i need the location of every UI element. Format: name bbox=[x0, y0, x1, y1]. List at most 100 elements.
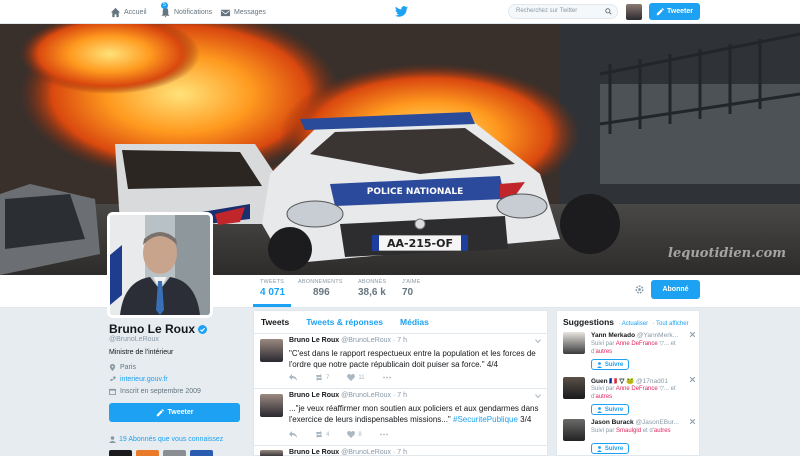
profile-website[interactable]: interieur.gouv.fr bbox=[109, 376, 168, 383]
followed-by-others[interactable]: autres bbox=[595, 349, 612, 355]
close-icon[interactable] bbox=[690, 419, 695, 424]
heart-icon bbox=[347, 374, 356, 381]
reply-action[interactable] bbox=[289, 374, 297, 381]
tweet-to-user-button[interactable]: Tweeter bbox=[109, 403, 240, 422]
tweet-actions: 7 11 bbox=[289, 374, 391, 381]
followers-you-know-link[interactable]: 19 Abonnés que vous connaissez bbox=[109, 436, 223, 443]
tweet-author-meta: @BrunoLeRoux · 7 h bbox=[341, 392, 407, 399]
reply-icon bbox=[289, 374, 297, 381]
tweet-author-avatar[interactable] bbox=[260, 339, 283, 362]
search-icon[interactable] bbox=[605, 8, 612, 15]
retweet-action[interactable]: 4 bbox=[315, 431, 329, 438]
profile-website-link[interactable]: interieur.gouv.fr bbox=[120, 376, 168, 383]
known-follower-avatar[interactable] bbox=[190, 450, 213, 456]
suggestions-title: Suggestions bbox=[563, 317, 615, 327]
tab-media[interactable]: Médias bbox=[400, 317, 429, 327]
top-navigation-bar: Accueil 5 Notifications Messages Recherc… bbox=[0, 0, 800, 24]
compose-tweet-button[interactable]: Tweeter bbox=[649, 3, 700, 20]
known-follower-avatar[interactable] bbox=[163, 450, 186, 456]
known-follower-avatar[interactable] bbox=[136, 450, 159, 456]
like-count: 11 bbox=[358, 374, 365, 381]
suggestion-user[interactable]: Jason Burack @JasonEBur... bbox=[591, 419, 679, 426]
gear-icon[interactable] bbox=[634, 284, 645, 295]
twitter-bird-logo[interactable] bbox=[395, 6, 408, 17]
verified-badge-icon bbox=[198, 324, 207, 334]
nav-home[interactable]: Accueil bbox=[110, 0, 147, 24]
close-icon[interactable] bbox=[690, 377, 695, 382]
tweet-item[interactable]: Bruno Le Roux @BrunoLeRoux · 7 h ..."je … bbox=[254, 390, 547, 446]
heart-icon bbox=[347, 431, 356, 438]
retweet-action[interactable]: 7 bbox=[315, 374, 329, 381]
like-action[interactable]: 11 bbox=[347, 374, 365, 381]
suggestion-name: Jason Burack bbox=[591, 419, 634, 426]
banner-watermark: lequotidien.com bbox=[668, 246, 786, 261]
suggestions-refresh-link[interactable]: · Actualiser bbox=[618, 321, 648, 327]
tweet-to-user-label: Tweeter bbox=[167, 409, 194, 416]
followed-by-user[interactable]: Anne DeFrance bbox=[616, 386, 658, 392]
suggestion-avatar[interactable] bbox=[563, 377, 585, 399]
nav-notifications[interactable]: 5 Notifications bbox=[160, 0, 212, 24]
profile-avatar[interactable] bbox=[107, 212, 213, 318]
stat-tweets[interactable]: Tweets 4 071 bbox=[260, 279, 285, 298]
follow-button[interactable]: Abonné bbox=[651, 280, 700, 299]
stat-followers[interactable]: Abonnés 38,6 k bbox=[358, 279, 386, 298]
more-action[interactable] bbox=[382, 374, 391, 381]
chevron-down-icon[interactable] bbox=[535, 393, 541, 399]
stat-likes[interactable]: J'aime 70 bbox=[402, 279, 420, 298]
known-follower-avatar[interactable] bbox=[109, 450, 132, 456]
more-action[interactable] bbox=[379, 431, 388, 438]
home-icon bbox=[110, 7, 121, 17]
suggestion-item: Yann Merkado @YannMerk... Suivi par Anne… bbox=[563, 332, 695, 372]
tweet-author-avatar[interactable] bbox=[260, 394, 283, 417]
tweet-author-name[interactable]: Bruno Le Roux bbox=[289, 449, 339, 456]
followed-by-others[interactable]: autres bbox=[595, 394, 612, 400]
police-car-lettering: POLICE NATIONALE bbox=[367, 187, 464, 197]
tweet-item[interactable]: Bruno Le Roux @BrunoLeRoux · 7 h "C'est … bbox=[254, 335, 547, 389]
search-input[interactable]: Recherchez sur Twitter bbox=[508, 4, 618, 19]
chevron-down-icon[interactable] bbox=[535, 338, 541, 344]
suggestion-followed-by: Suivi par Smaulgld et d'autres bbox=[591, 427, 686, 435]
profile-joined-text: Inscrit en septembre 2009 bbox=[120, 388, 201, 395]
suggestion-name: Guen 🇫🇷 ▽ 🐸 bbox=[591, 378, 635, 385]
tweet-item[interactable]: Bruno Le Roux @BrunoLeRoux · 7 h bbox=[254, 447, 547, 456]
followed-by-others[interactable]: autres bbox=[654, 428, 671, 434]
tweet-hashtag[interactable]: #SecuritePublique bbox=[453, 415, 518, 424]
suggestion-follow-button[interactable]: Suivre bbox=[591, 404, 629, 415]
people-icon bbox=[109, 436, 116, 443]
timeline-tabs: Tweets Tweets & réponses Médias bbox=[254, 311, 547, 334]
reply-action[interactable] bbox=[289, 431, 297, 438]
stat-following[interactable]: Abonnements 896 bbox=[298, 279, 343, 298]
profile-portrait bbox=[110, 215, 210, 315]
account-avatar[interactable] bbox=[626, 4, 642, 20]
compose-tweet-label: Tweeter bbox=[667, 8, 693, 15]
add-user-icon bbox=[596, 406, 602, 413]
profile-handle[interactable]: @BrunoLeRoux bbox=[109, 336, 159, 343]
suggestion-item: Guen 🇫🇷 ▽ 🐸 @17nad01 Suivi par Anne DeFr… bbox=[563, 377, 695, 417]
suggestion-handle: @YannMerk... bbox=[636, 332, 679, 339]
tweet-author-name[interactable]: Bruno Le Roux bbox=[289, 392, 339, 399]
tweet-author-name[interactable]: Bruno Le Roux bbox=[289, 337, 339, 344]
suggestion-user[interactable]: Guen 🇫🇷 ▽ 🐸 @17nad01 bbox=[591, 377, 668, 385]
suggestion-user[interactable]: Yann Merkado @YannMerk... bbox=[591, 332, 678, 339]
followed-by-user[interactable]: Smaulgld bbox=[616, 428, 641, 434]
suggestion-follow-button[interactable]: Suivre bbox=[591, 359, 629, 370]
stat-following-label: Abonnements bbox=[298, 279, 343, 285]
suggestion-avatar[interactable] bbox=[563, 419, 585, 441]
tab-tweets-and-replies[interactable]: Tweets & réponses bbox=[306, 317, 383, 327]
suggestions-show-all-link[interactable]: · Tout afficher bbox=[652, 321, 688, 327]
tab-tweets[interactable]: Tweets bbox=[261, 317, 289, 327]
compose-icon bbox=[656, 7, 665, 15]
like-action[interactable]: 8 bbox=[347, 431, 362, 438]
nav-messages[interactable]: Messages bbox=[220, 0, 266, 24]
close-icon[interactable] bbox=[690, 332, 695, 337]
tweet-author-avatar[interactable] bbox=[260, 450, 283, 456]
suggestion-follow-button[interactable]: Suivre bbox=[591, 443, 629, 454]
stat-tweets-value: 4 071 bbox=[260, 287, 286, 298]
follow-label: Suivre bbox=[604, 361, 624, 368]
stat-tweets-label: Tweets bbox=[260, 279, 285, 285]
suggestion-avatar[interactable] bbox=[563, 332, 585, 354]
suggestion-name: Yann Merkado bbox=[591, 332, 636, 339]
nav-notifications-label: Notifications bbox=[174, 8, 213, 16]
followed-by-suffix: et d' bbox=[641, 428, 654, 434]
followed-by-user[interactable]: Anne DeFrance bbox=[616, 341, 658, 347]
